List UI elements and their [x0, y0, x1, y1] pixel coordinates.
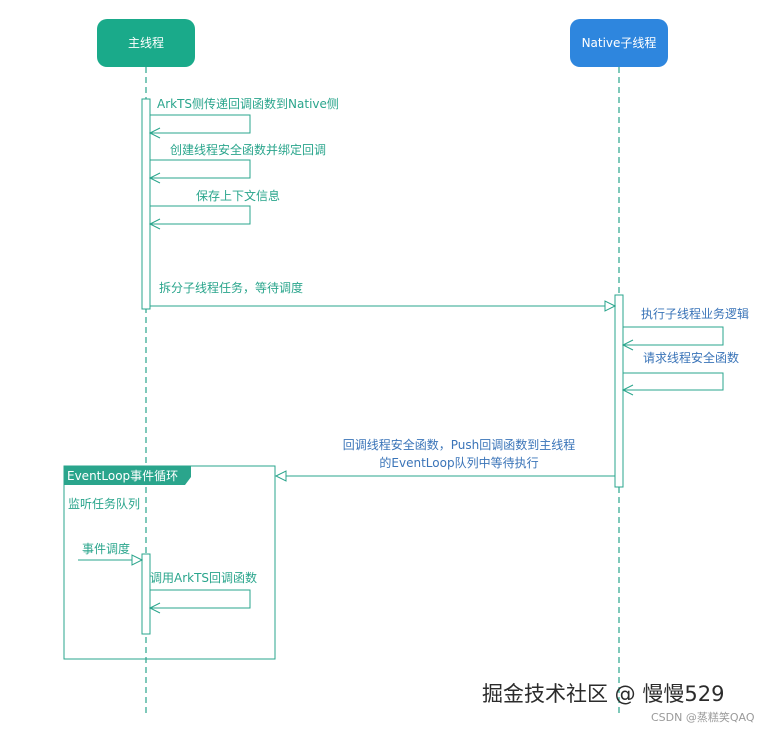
message-8-label: 事件调度 — [82, 541, 130, 556]
message-7-label-line1: 回调线程安全函数，Push回调函数到主线程 — [343, 437, 576, 452]
native-activation-bar — [614, 294, 624, 488]
watermark-juejin: 掘金技术社区 @ 慢慢529 — [482, 682, 724, 706]
message-2-label: 创建线程安全函数并绑定回调 — [170, 142, 326, 157]
actor-main-label: 主线程 — [128, 35, 164, 50]
message-push-callback: 回调线程安全函数，Push回调函数到主线程 的EventLoop队列中等待执行 — [274, 437, 615, 482]
main-activation-bar — [141, 98, 151, 310]
eventloop-frame-tag: EventLoop事件循环 — [67, 469, 178, 483]
message-7-label-line2: 的EventLoop队列中等待执行 — [379, 455, 538, 470]
message-call-arkts-callback: 调用ArkTS回调函数 — [148, 570, 257, 614]
message-request-tsfn: 请求线程安全函数 — [621, 350, 739, 396]
message-4-label: 拆分子线程任务，等待调度 — [159, 280, 303, 295]
main-activation-bar-2 — [141, 553, 151, 635]
eventloop-frame: EventLoop事件循环 监听任务队列 — [63, 465, 276, 660]
message-5-label: 执行子线程业务逻辑 — [641, 306, 749, 321]
sequence-diagram: 主线程 Native子线程 ArkTS侧传递回调函数到Native侧 创建线程安… — [63, 19, 755, 724]
message-save-context: 保存上下文信息 — [148, 188, 280, 230]
message-1-label: ArkTS侧传递回调函数到Native侧 — [157, 96, 339, 111]
actor-main-thread: 主线程 — [97, 19, 195, 67]
eventloop-frame-note: 监听任务队列 — [68, 496, 140, 511]
message-6-label: 请求线程安全函数 — [643, 350, 739, 365]
message-callback-to-native: ArkTS侧传递回调函数到Native侧 — [148, 96, 339, 139]
message-event-dispatch: 事件调度 — [78, 541, 144, 566]
message-run-business-logic: 执行子线程业务逻辑 — [621, 306, 749, 351]
watermark-csdn: CSDN @蒸糕笑QAQ — [651, 710, 755, 724]
actor-native-label: Native子线程 — [582, 35, 657, 50]
message-split-task: 拆分子线程任务，等待调度 — [150, 280, 617, 312]
actor-native-thread: Native子线程 — [570, 19, 668, 67]
message-create-tsfn: 创建线程安全函数并绑定回调 — [148, 142, 326, 184]
message-9-label: 调用ArkTS回调函数 — [150, 570, 257, 585]
message-3-label: 保存上下文信息 — [196, 188, 280, 203]
